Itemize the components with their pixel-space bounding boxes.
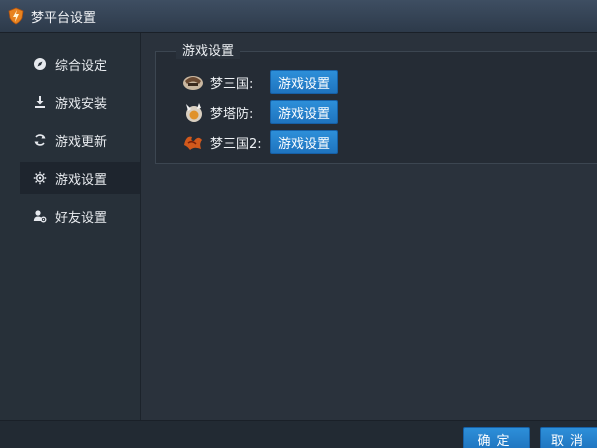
mengsanguo-settings-button[interactable]: 游戏设置 <box>270 70 338 94</box>
mengtafang-settings-button[interactable]: 游戏设置 <box>270 100 338 124</box>
sidebar-item-label: 综合设定 <box>55 58 108 74</box>
game-settings-group: 游戏设置 梦三国: 游戏设置 梦塔防: 游戏设置 梦三国2: 游戏设置 <box>155 44 597 164</box>
window-title: 梦平台设置 <box>31 10 97 26</box>
game-row-mengsanguo: 梦三国: 游戏设置 <box>182 70 338 94</box>
sidebar-item-game-settings[interactable]: 游戏设置 <box>20 162 140 194</box>
settings-panel: 游戏设置 梦三国: 游戏设置 梦塔防: 游戏设置 梦三国2: 游戏设置 <box>141 33 597 420</box>
game-label: 梦三国2: <box>210 136 262 152</box>
group-title: 游戏设置 <box>176 44 241 59</box>
sidebar-item-install[interactable]: 游戏安装 <box>20 86 140 118</box>
cancel-button[interactable]: 取消 <box>540 427 597 448</box>
mengsanguo-logo-icon <box>183 76 203 90</box>
title-bar[interactable]: 梦平台设置 <box>0 0 597 33</box>
game-row-mengsanguo2: 梦三国2: 游戏设置 <box>182 130 338 154</box>
game-row-mengtafang: 梦塔防: 游戏设置 <box>182 100 338 124</box>
sidebar-item-label: 游戏安装 <box>55 96 108 112</box>
sidebar-item-label: 好友设置 <box>55 210 108 226</box>
sidebar-item-general[interactable]: 综合设定 <box>20 48 140 80</box>
mengtafang-logo-icon <box>186 103 202 122</box>
sidebar-item-label: 游戏设置 <box>55 172 108 188</box>
mengsanguo2-settings-button[interactable]: 游戏设置 <box>270 130 338 154</box>
sidebar-item-update[interactable]: 游戏更新 <box>20 124 140 156</box>
sidebar-item-label: 游戏更新 <box>55 134 108 150</box>
friends-gear-icon <box>33 210 47 223</box>
game-label: 梦塔防: <box>210 106 254 122</box>
compass-icon <box>34 58 46 70</box>
refresh-icon <box>34 134 46 146</box>
sidebar-item-friends[interactable]: 好友设置 <box>20 200 140 232</box>
game-label: 梦三国: <box>210 76 254 92</box>
gear-icon <box>33 171 47 185</box>
footer-bar: 确定 取消 <box>0 420 597 448</box>
download-icon <box>35 96 45 108</box>
mengsanguo2-logo-icon <box>184 136 202 150</box>
lightning-shield-icon <box>8 7 24 25</box>
sidebar: 综合设定 游戏安装 游戏更新 游戏设置 好友设置 <box>0 33 141 420</box>
ok-button[interactable]: 确定 <box>463 427 530 448</box>
